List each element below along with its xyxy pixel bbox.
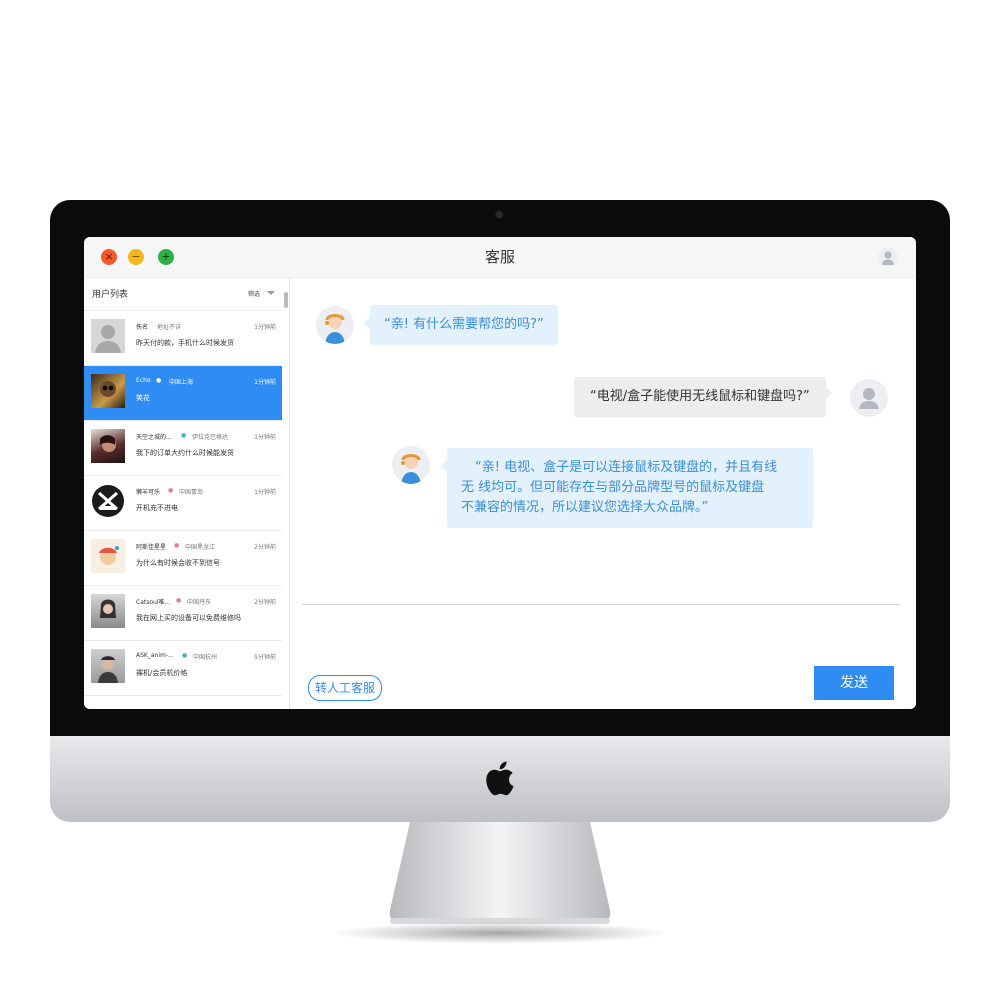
camera-dot [496, 211, 503, 218]
user-name: 天空之城的... [136, 434, 172, 441]
last-message: 我在网上买的设备可以免费维修吗 [136, 614, 241, 622]
location-pin-icon: ● [182, 652, 188, 659]
message-time: 1分钟前 [254, 324, 276, 331]
user-avatar-icon [850, 379, 888, 417]
apple-logo-icon [486, 761, 514, 796]
user-location: 地址不详 [157, 324, 182, 331]
user-location: 中国杭州 [193, 654, 218, 661]
chat-panel: “亲! 有什么需要帮您的吗?” “电视/盒子能使用无线鼠标和键盘吗?” “亲! … [290, 278, 916, 709]
last-message: 昨天付的款，手机什么时候发货 [136, 339, 234, 347]
user-list-item-active[interactable]: Echo ● 中国上海 1分钟前 笑花 [84, 366, 282, 421]
message-line: 不兼容的情况，所以建议您选择大众品牌。” [461, 500, 709, 515]
user-photo-avatar [91, 429, 125, 463]
user-location: 伊拉克巴格达 [192, 434, 229, 441]
titlebar: × − + 客服 [84, 237, 916, 278]
agent-avatar [316, 306, 354, 344]
user-list-item[interactable]: ASK_anim-... ● 中国杭州 5分钟前 裸机/会员机价格 [84, 641, 282, 696]
user-location: 中国青岛 [179, 489, 204, 496]
sidebar-header: 用户列表 筛选 [84, 278, 282, 311]
sidebar-scrollbar[interactable] [284, 292, 288, 308]
logo-avatar-icon [91, 484, 125, 518]
last-message: 开机充不进电 [136, 504, 178, 512]
last-message: 裸机/会员机价格 [136, 669, 188, 677]
stand-shadow [330, 922, 670, 944]
last-message: 为什么有时候会收不到信号 [136, 559, 220, 567]
user-name: 佚名 [136, 324, 149, 331]
input-divider [302, 604, 900, 605]
window-title: 客服 [484, 248, 515, 266]
default-avatar-icon [91, 319, 125, 353]
agent-message-bubble: “亲! 有什么需要帮您的吗?” [364, 305, 558, 345]
location-pin-icon: ● [181, 432, 187, 439]
agent-avatar [392, 446, 430, 484]
caret-down-icon[interactable] [267, 291, 275, 295]
send-button[interactable]: 发送 [814, 666, 894, 700]
user-list-item[interactable]: 佚名 地址不详 1分钟前 昨天付的款，手机什么时候发货 [84, 311, 282, 366]
user-photo-avatar [91, 539, 125, 573]
user-name: 阿斯佳星星 [136, 544, 167, 551]
message-time: 1分钟前 [254, 434, 276, 441]
user-list-item[interactable]: 天空之城的... ● 伊拉克巴格达 1分钟前 我下的订单大约什么时候能发货 [84, 421, 282, 476]
location-pin-icon: ● [168, 487, 174, 494]
message-time: 2分钟前 [254, 544, 276, 551]
location-pin-icon: ● [174, 542, 180, 549]
user-list-sidebar: 用户列表 筛选 佚名 地址不详 1分钟前 昨天付的款，手机什么时候发货 Echo… [84, 278, 290, 709]
user-name: ASK_anim-... [136, 652, 174, 659]
location-pin-icon: ● [176, 597, 182, 604]
message-line: 无 线均可。但可能存在与部分品牌型号的鼠标及键盘 [461, 480, 765, 495]
profile-avatar-icon[interactable] [878, 247, 898, 267]
user-location: 中国黑龙江 [185, 544, 216, 551]
user-location: 中国丹东 [187, 599, 212, 606]
last-message: 我下的订单大约什么时候能发货 [136, 449, 234, 457]
user-name: Echo [136, 377, 151, 384]
user-photo-avatar [91, 649, 125, 683]
user-list-item[interactable]: 阿斯佳星星 ● 中国黑龙江 2分钟前 为什么有时候会收不到信号 [84, 531, 282, 586]
user-name: Catsoul唯... [136, 599, 171, 606]
last-message: 笑花 [136, 394, 150, 402]
app-window: × − + 客服 用户列表 筛选 佚名 地址不详 1分钟前 昨天付的款，手机什么… [84, 237, 916, 709]
user-name: 懒羊可乐 [136, 489, 161, 496]
agent-message-bubble: “亲! 电视、盒子是可以连接鼠标及键盘的，并且有线 无 线均可。但可能存在与部分… [441, 448, 813, 528]
monitor-stand [389, 822, 611, 924]
message-time: 1分钟前 [254, 379, 276, 386]
message-time: 5分钟前 [254, 654, 276, 661]
message-time: 2分钟前 [254, 599, 276, 606]
location-pin-icon: ● [156, 377, 162, 384]
user-list-item[interactable]: 懒羊可乐 ● 中国青岛 1分钟前 开机充不进电 [84, 476, 282, 531]
user-location: 中国上海 [169, 379, 194, 386]
message-line: “亲! 电视、盒子是可以连接鼠标及键盘的，并且有线 [475, 460, 778, 475]
sidebar-title: 用户列表 [92, 290, 129, 300]
filter-dropdown-label[interactable]: 筛选 [248, 289, 260, 298]
message-time: 1分钟前 [254, 489, 276, 496]
user-photo-avatar [91, 594, 125, 628]
user-list-item[interactable]: Catsoul唯... ● 中国丹东 2分钟前 我在网上买的设备可以免费维修吗 [84, 586, 282, 641]
user-message-bubble: “电视/盒子能使用无线鼠标和键盘吗?” [574, 377, 832, 417]
user-photo-avatar [91, 374, 125, 408]
transfer-to-agent-button[interactable]: 转人工客服 [308, 675, 382, 701]
user-list: 佚名 地址不详 1分钟前 昨天付的款，手机什么时候发货 Echo ● 中国上海 … [84, 311, 282, 696]
